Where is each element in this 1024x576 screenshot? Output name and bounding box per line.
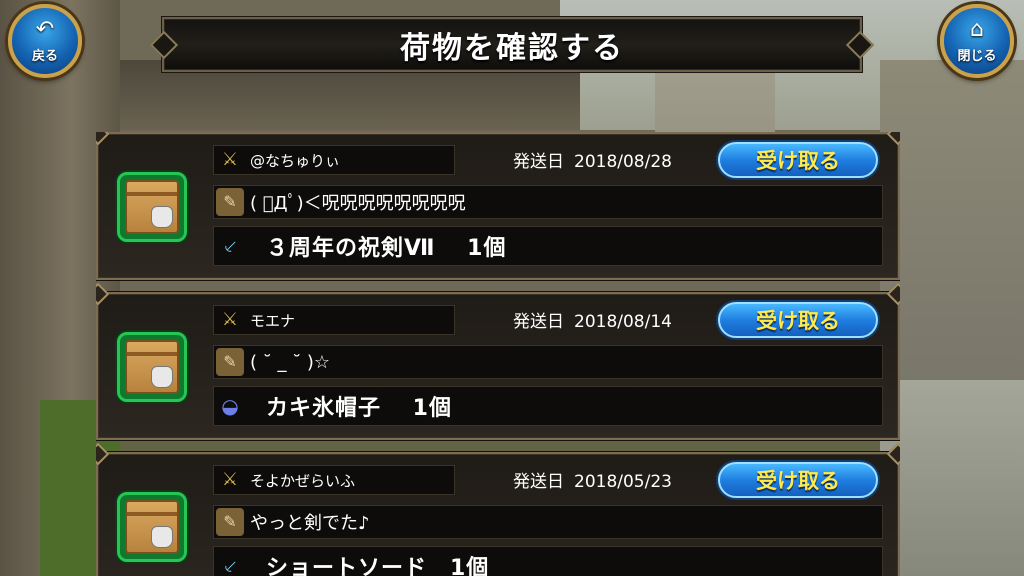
crate-icon [125, 180, 179, 234]
sender-row: ⚔ そよかぜらいふ [213, 465, 455, 495]
home-icon: ⌂ [970, 16, 984, 42]
parcel-card: ⚔ そよかぜらいふ 発送日 2018/05/23 受け取る ✎ やっと剣でた♪ ⸔… [96, 452, 900, 576]
sender-row: ⚔ @なちゅりぃ [213, 145, 455, 175]
sender-row: ⚔ モエナ [213, 305, 455, 335]
send-date: 発送日 2018/05/23 [513, 467, 672, 492]
sender-name: @なちゅりぃ [250, 151, 341, 170]
item-row: ◒ カキ氷帽子 1個 [213, 386, 883, 426]
send-date-label: 発送日 [513, 152, 564, 172]
scroll-icon: ✎ [216, 188, 244, 216]
message-row: ✎ ( ˘ _ ˘ )☆ [213, 345, 883, 379]
receive-button[interactable]: 受け取る [718, 462, 878, 498]
item-text: カキ氷帽子 1個 [266, 396, 452, 421]
receive-button[interactable]: 受け取る [718, 142, 878, 178]
send-date: 発送日 2018/08/28 [513, 147, 672, 172]
title-bar: 荷物を確認する [162, 17, 862, 72]
stone-wall-right [880, 380, 1024, 576]
parcel-box-icon [117, 332, 187, 402]
cat-sticker-icon [151, 206, 173, 228]
send-date-label: 発送日 [513, 472, 564, 492]
item-text: ３周年の祝剣Ⅶ 1個 [266, 236, 507, 261]
crate-icon [125, 340, 179, 394]
sender-name: モエナ [250, 311, 296, 330]
parcel-box-icon [117, 492, 187, 562]
scroll-icon: ✎ [216, 348, 244, 376]
message-text: ( ˘ _ ˘ )☆ [250, 351, 331, 373]
back-arrow-icon: ↶ [35, 16, 55, 42]
scroll-icon: ✎ [216, 508, 244, 536]
message-row: ✎ ( ﾟДﾟ)＜呪呪呪呪呪呪呪呪 [213, 185, 883, 219]
message-text: やっと剣でた♪ [250, 513, 370, 534]
item-row: ⸔ ３周年の祝剣Ⅶ 1個 [213, 226, 883, 266]
cat-sticker-icon [151, 526, 173, 548]
receive-button[interactable]: 受け取る [718, 302, 878, 338]
item-row: ⸔ ショートソード 1個 [213, 546, 883, 576]
send-date-value: 2018/08/28 [574, 152, 672, 172]
parcel-card: ⚔ モエナ 発送日 2018/08/14 受け取る ✎ ( ˘ _ ˘ )☆ ◒ … [96, 292, 900, 440]
parcel-card: ⚔ @なちゅりぃ 発送日 2018/08/28 受け取る ✎ ( ﾟДﾟ)＜呪呪呪… [96, 132, 900, 280]
hat-item-icon: ◒ [221, 394, 239, 418]
send-date-value: 2018/08/14 [574, 312, 672, 332]
crate-icon [125, 500, 179, 554]
sword-item-icon: ⸔ [222, 234, 238, 258]
cat-sticker-icon [151, 366, 173, 388]
sender-sword-icon: ⚔ [221, 309, 239, 330]
building-right [880, 60, 1024, 390]
message-row: ✎ やっと剣でた♪ [213, 505, 883, 539]
send-date-value: 2018/05/23 [574, 472, 672, 492]
back-button-label: 戻る [31, 48, 58, 64]
page-title: 荷物を確認する [400, 30, 624, 66]
message-text: ( ﾟДﾟ)＜呪呪呪呪呪呪呪呪 [250, 193, 466, 214]
sender-sword-icon: ⚔ [221, 149, 239, 170]
parcel-list[interactable]: ⚔ @なちゅりぃ 発送日 2018/08/28 受け取る ✎ ( ﾟДﾟ)＜呪呪呪… [96, 132, 900, 576]
close-button-label: 閉じる [957, 48, 997, 64]
send-date: 発送日 2018/08/14 [513, 307, 672, 332]
item-text: ショートソード 1個 [266, 556, 490, 576]
parcel-box-icon [117, 172, 187, 242]
sword-item-icon: ⸔ [222, 554, 238, 576]
send-date-label: 発送日 [513, 312, 564, 332]
close-button[interactable]: ⌂ 閉じる [940, 4, 1014, 78]
sender-name: そよかぜらいふ [250, 471, 356, 490]
back-button[interactable]: ↶ 戻る [8, 4, 82, 78]
sender-sword-icon: ⚔ [221, 469, 239, 490]
